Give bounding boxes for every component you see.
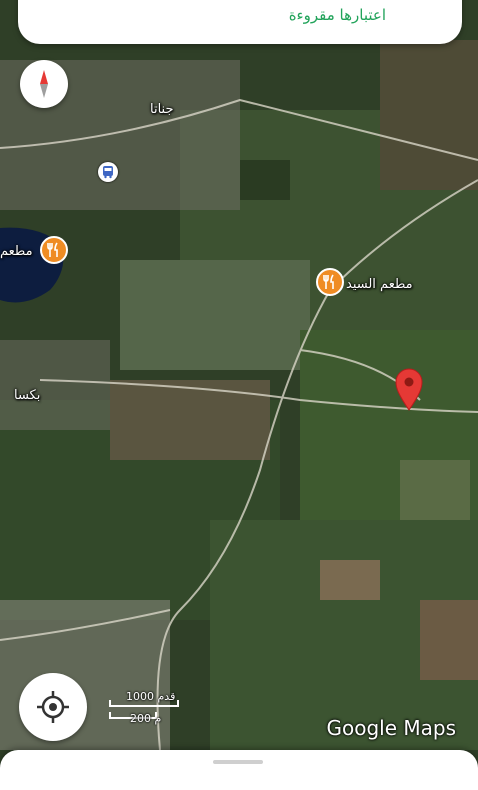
my-location-button[interactable] — [19, 673, 87, 741]
restaurant-west-poi[interactable] — [40, 236, 68, 264]
place-label-town-north[interactable]: جناتا — [150, 102, 174, 117]
place-label-restaurant-west[interactable]: مطعم — [0, 244, 33, 259]
top-card[interactable]: اعتبارها مقروءة — [18, 0, 462, 44]
bus-stop-poi[interactable] — [98, 162, 118, 182]
map-scale: 1000 قدم 200 م — [108, 690, 188, 730]
restaurant-sayed-poi[interactable] — [316, 268, 344, 296]
compass-icon — [40, 70, 48, 98]
bottom-sheet-handle[interactable] — [213, 760, 263, 764]
satellite-map[interactable] — [0, 0, 478, 780]
place-label-restaurant-sayed[interactable]: مطعم السيد — [346, 277, 413, 292]
compass-button[interactable] — [20, 60, 68, 108]
bus-stop-icon — [103, 166, 113, 179]
fork-knife-icon — [323, 274, 334, 289]
fork-knife-icon — [47, 242, 58, 257]
top-card-text: اعتبارها مقروءة — [288, 6, 386, 24]
bottom-sheet[interactable] — [0, 750, 478, 790]
google-maps-logo: Google Maps — [326, 716, 456, 740]
my-location-icon — [37, 691, 69, 723]
scale-meters: 200 م — [130, 712, 162, 725]
place-label-town-west[interactable]: بكسا — [14, 388, 40, 403]
